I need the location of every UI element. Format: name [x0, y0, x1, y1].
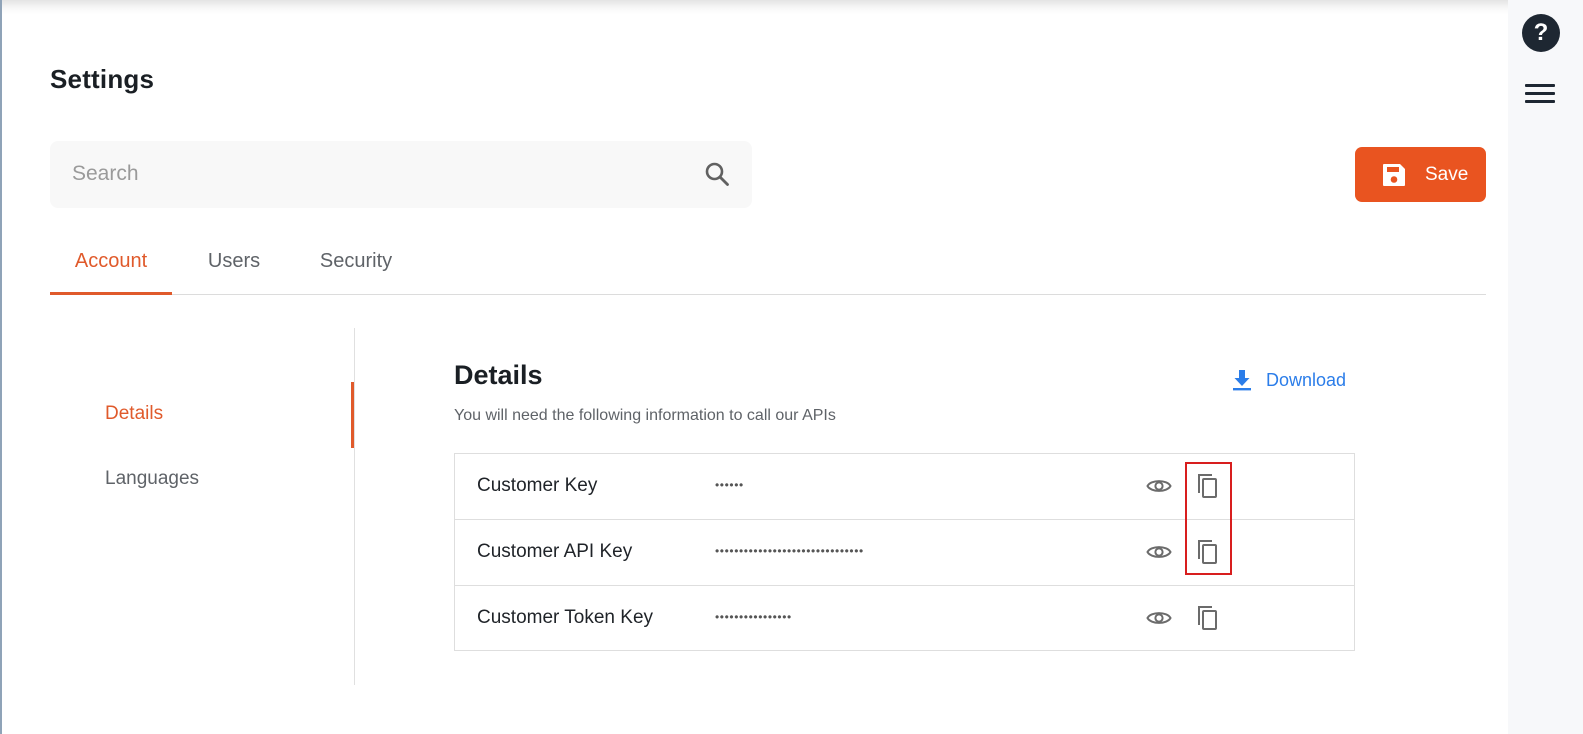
floppy-disk-icon	[1383, 163, 1405, 186]
top-shadow	[2, 0, 1508, 14]
section-title: Details	[454, 360, 543, 390]
sidebar-item-languages[interactable]: Languages	[105, 468, 199, 490]
copy-icon[interactable]	[1196, 604, 1220, 632]
key-label: Customer API Key	[477, 541, 633, 562]
window-left-border	[0, 0, 2, 734]
table-row: Customer Token Key ••••••••••••••••	[455, 585, 1354, 650]
help-button[interactable]: ?	[1522, 14, 1560, 52]
key-label: Customer Key	[477, 475, 598, 496]
key-masked-value: ••••••••••••••••	[715, 610, 792, 624]
search-box	[50, 141, 752, 208]
api-keys-table: Customer Key •••••• Customer API Key •••…	[454, 453, 1355, 651]
help-icon: ?	[1533, 19, 1549, 46]
key-masked-value: •••••••••••••••••••••••••••••••	[715, 544, 864, 558]
tab-users[interactable]: Users	[195, 238, 273, 295]
download-label: Download	[1266, 369, 1347, 390]
save-label: Save	[1425, 163, 1469, 185]
tab-security[interactable]: Security	[308, 238, 404, 295]
tab-label: Users	[207, 250, 261, 272]
table-row: Customer API Key •••••••••••••••••••••••…	[455, 519, 1354, 584]
copy-icon[interactable]	[1196, 472, 1220, 500]
eye-icon[interactable]	[1146, 607, 1172, 629]
tab-label: Security	[319, 250, 393, 272]
sidebar-divider	[354, 328, 355, 685]
right-rail: ?	[1508, 0, 1583, 734]
tab-label: Account	[74, 250, 148, 272]
save-button[interactable]: Save	[1355, 147, 1486, 202]
hamburger-menu-icon[interactable]	[1525, 82, 1557, 104]
sidebar-item-details[interactable]: Details	[105, 403, 163, 425]
key-label: Customer Token Key	[477, 607, 654, 628]
search-input[interactable]	[72, 155, 672, 193]
page-title: Settings	[50, 64, 155, 94]
table-row: Customer Key ••••••	[455, 454, 1354, 519]
download-link[interactable]: Download	[1232, 369, 1346, 391]
section-description: You will need the following information …	[454, 407, 836, 424]
search-icon[interactable]	[703, 160, 731, 188]
eye-icon[interactable]	[1146, 475, 1172, 497]
eye-icon[interactable]	[1146, 541, 1172, 563]
copy-icon[interactable]	[1196, 538, 1220, 566]
settings-tabs: Account Users Security	[50, 238, 1486, 295]
sidebar-active-indicator	[351, 382, 354, 448]
tab-account[interactable]: Account	[50, 238, 172, 295]
key-masked-value: ••••••	[715, 478, 744, 492]
download-icon	[1233, 370, 1251, 391]
